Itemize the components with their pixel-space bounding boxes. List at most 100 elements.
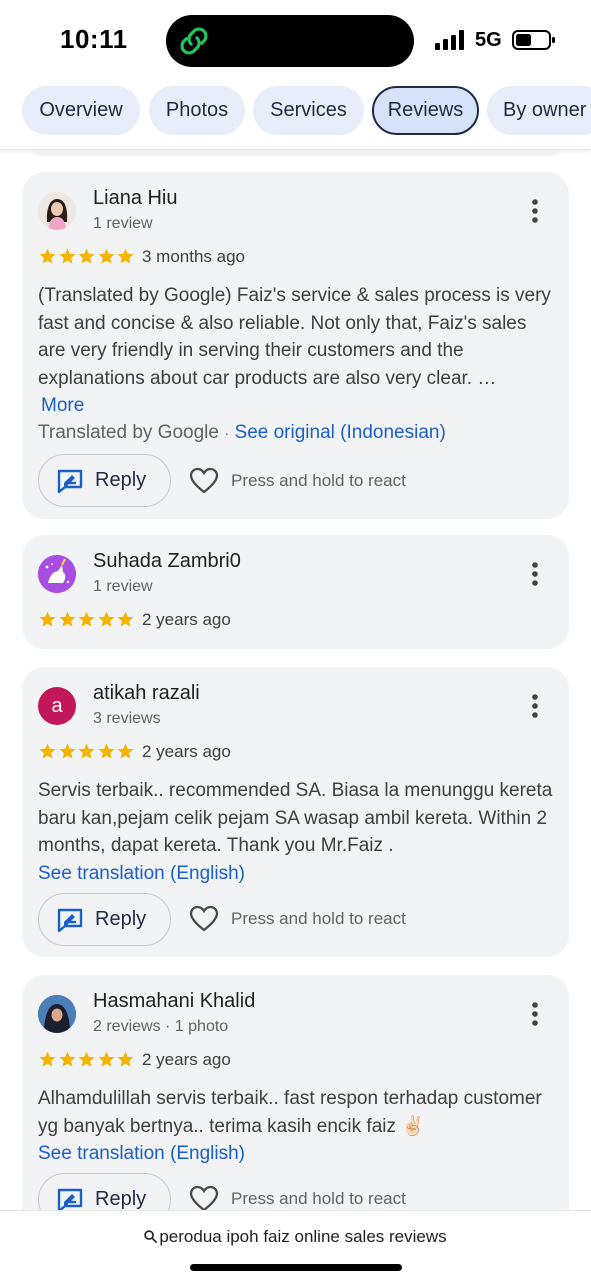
reply-label: Reply [95,1188,147,1210]
star-icon [117,743,134,759]
reply-label: Reply [95,469,147,491]
star-icon [39,1051,56,1067]
reply-edit-icon [57,469,83,493]
review-card: Liana Hiu 1 review 3 months ago (Transla… [22,172,569,519]
search-query-text: perodua ipoh faiz online sales reviews [159,1227,447,1246]
review-card: a atikah razali 3 reviews 2 years ago Se… [22,667,569,957]
star-icon [39,743,56,759]
reply-button[interactable]: Reply [38,1173,171,1210]
star-icon [39,248,56,264]
avatar[interactable]: a [38,687,76,725]
star-rating [38,741,136,761]
translation-line: Translated by Google · See original (Ind… [38,422,446,444]
see-translation-link[interactable]: See translation (English) [38,1143,245,1164]
more-options-icon[interactable] [523,197,547,225]
reply-edit-icon [57,908,83,932]
review-time: 2 years ago [142,1050,231,1069]
reply-label: Reply [95,908,147,930]
star-icon [78,248,95,264]
review-text: (Translated by Google) Faiz's service & … [38,282,553,420]
reviewer-name[interactable]: atikah razali [93,682,200,705]
heart-icon[interactable] [189,467,219,495]
profile-photo-icon [38,995,76,1033]
star-icon [78,611,95,627]
star-rating [38,1049,136,1069]
home-indicator [190,1264,402,1271]
review-text-content: Servis terbaik.. recommended SA. Biasa l… [38,780,553,856]
network-type: 5G [475,29,502,51]
react-hint: Press and hold to react [231,1189,406,1208]
bottom-bar: perodua ipoh faiz online sales reviews [0,1210,591,1280]
star-icon [39,611,56,627]
star-icon [98,248,114,264]
more-options-icon[interactable] [523,560,547,588]
star-icon [117,611,134,627]
separator: · [224,425,230,442]
battery-icon [512,30,555,50]
review-time: 2 years ago [142,742,231,761]
unicorn-avatar-icon [38,555,76,593]
status-bar: 10:11 5G [0,0,591,82]
profile-photo-icon [38,192,76,230]
review-time: 3 months ago [142,247,246,266]
see-translation-link[interactable]: See translation (English) [38,863,245,884]
avatar[interactable] [38,192,76,230]
review-time: 2 years ago [142,610,231,629]
star-icon [59,248,75,264]
translated-by-label: Translated by Google [38,422,219,443]
previous-review-card-edge [22,150,569,156]
more-link[interactable]: More [41,395,84,416]
reviewer-meta: 3 reviews [93,710,161,727]
review-text: Alhamdulillah servis terbaik.. fast resp… [38,1085,553,1168]
star-icon [117,248,134,264]
tab-photos[interactable]: Photos [149,86,245,135]
react-hint: Press and hold to react [231,471,406,490]
heart-icon[interactable] [189,905,219,933]
avatar[interactable] [38,995,76,1033]
reply-edit-icon [57,1188,83,1210]
more-options-icon[interactable] [523,692,547,720]
star-icon [59,611,75,627]
reviewer-meta: 1 review [93,215,153,232]
status-time: 10:11 [60,24,128,54]
tab-by-owner[interactable]: By owner [487,86,591,135]
reviewer-meta: 2 reviews · 1 photo [93,1018,229,1035]
star-icon [98,611,114,627]
heart-icon[interactable] [189,1185,219,1210]
see-original-link[interactable]: See original (Indonesian) [235,422,446,443]
review-text-content: (Translated by Google) Faiz's service & … [38,285,551,389]
star-icon [117,1051,134,1067]
more-options-icon[interactable] [523,1000,547,1028]
avatar[interactable] [38,555,76,593]
reviewer-name[interactable]: Hasmahani Khalid [93,990,255,1013]
reviews-list[interactable]: Liana Hiu 1 review 3 months ago (Transla… [0,150,591,1210]
star-icon [78,743,95,759]
star-icon [59,743,75,759]
reviewer-name[interactable]: Suhada Zambri0 [93,550,241,573]
star-icon [78,1051,95,1067]
star-rating [38,609,136,629]
tab-overview[interactable]: Overview [22,86,140,135]
review-card: Hasmahani Khalid 2 reviews · 1 photo 2 y… [22,975,569,1210]
cellular-signal-icon [435,30,464,50]
star-icon [98,1051,114,1067]
tab-bar: Overview Photos Services Reviews By owne… [0,82,591,150]
tab-reviews[interactable]: Reviews [372,86,479,135]
avatar-letter: a [51,694,63,717]
search-query-bar[interactable]: perodua ipoh faiz online sales reviews [0,1227,591,1247]
tab-services[interactable]: Services [253,86,364,135]
dynamic-island [166,15,414,67]
reviewer-name[interactable]: Liana Hiu [93,187,178,210]
react-hint: Press and hold to react [231,909,406,928]
star-rating [38,246,136,266]
review-text: Servis terbaik.. recommended SA. Biasa l… [38,777,553,887]
star-icon [98,743,114,759]
review-card: Suhada Zambri0 1 review 2 years ago [22,535,569,649]
link-chain-icon [180,27,208,55]
search-icon [144,1230,158,1243]
star-icon [59,1051,75,1067]
reply-button[interactable]: Reply [38,454,171,507]
reviewer-meta: 1 review [93,578,153,595]
review-text-content: Alhamdulillah servis terbaik.. fast resp… [38,1088,542,1137]
reply-button[interactable]: Reply [38,893,171,946]
